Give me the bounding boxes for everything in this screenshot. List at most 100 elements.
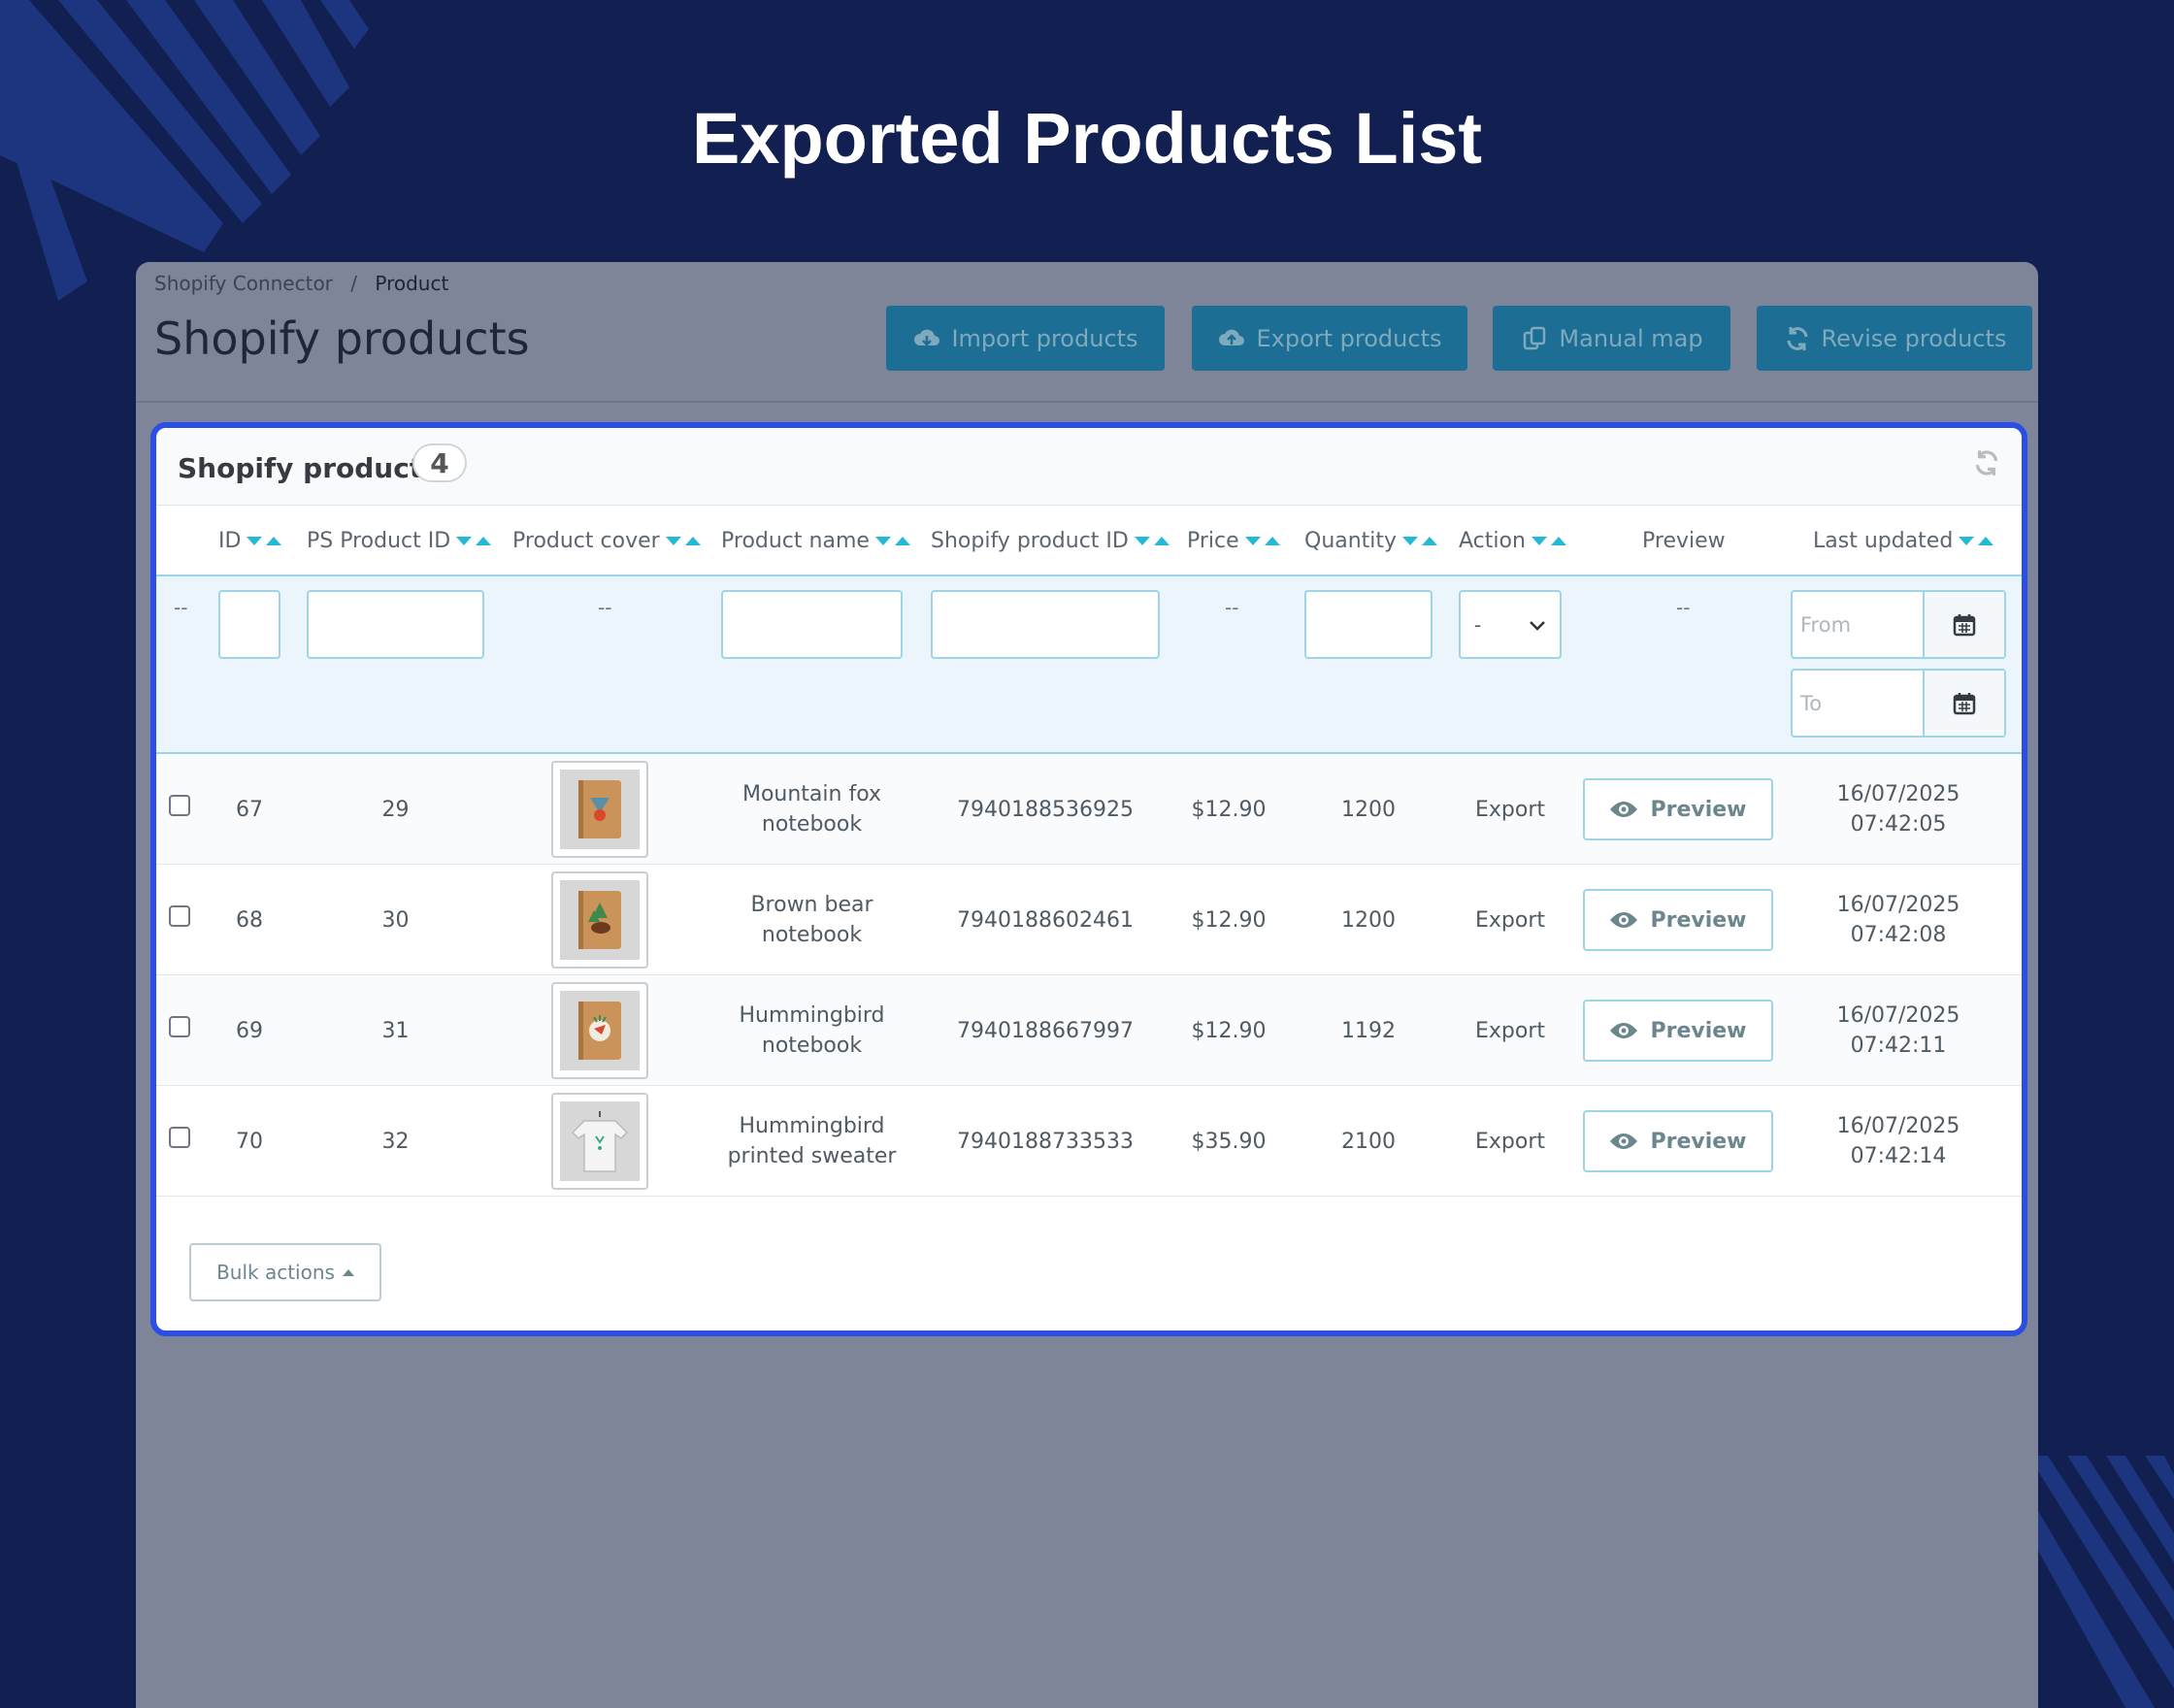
- filter-product-name-input[interactable]: [721, 590, 903, 659]
- cell-preview: Preview: [1583, 754, 1773, 865]
- cell-id: 67: [236, 797, 263, 822]
- import-products-button[interactable]: Import products: [886, 306, 1165, 371]
- calendar-icon[interactable]: [1923, 592, 2004, 657]
- column-header-last-updated[interactable]: Last updated: [1813, 529, 1994, 553]
- bulk-actions-label: Bulk actions: [216, 1261, 335, 1284]
- cell-preview: Preview: [1583, 1086, 1773, 1197]
- cell-quantity: 1200: [1341, 797, 1396, 822]
- column-header-quantity[interactable]: Quantity: [1304, 529, 1438, 553]
- sort-arrows-icon[interactable]: [874, 537, 910, 545]
- breadcrumb-parent[interactable]: Shopify Connector: [154, 272, 333, 295]
- column-header-shopify-product-id[interactable]: Shopify product ID: [931, 529, 1169, 553]
- table-row[interactable]: 69 31 Hummingbird notebook 7940188667997…: [156, 975, 2022, 1086]
- export-products-label: Export products: [1256, 324, 1442, 352]
- filter-id-input[interactable]: [218, 590, 280, 659]
- sort-arrows-icon[interactable]: [1959, 537, 1994, 545]
- sort-arrows-icon[interactable]: [1244, 537, 1280, 545]
- import-products-label: Import products: [951, 324, 1138, 352]
- eye-icon: [1610, 1023, 1638, 1038]
- cell-last-updated: 16/07/2025 07:42:05: [1791, 754, 2006, 865]
- revise-products-label: Revise products: [1821, 324, 2007, 352]
- preview-button[interactable]: Preview: [1583, 889, 1773, 951]
- cell-action: Export: [1474, 907, 1545, 933]
- preview-button[interactable]: Preview: [1583, 778, 1773, 840]
- column-header-product-cover[interactable]: Product cover: [512, 529, 701, 553]
- row-checkbox[interactable]: [169, 1016, 190, 1037]
- column-header-action[interactable]: Action: [1459, 529, 1566, 553]
- column-header-product-name[interactable]: Product name: [721, 529, 910, 553]
- cell-product-name: Brown bear notebook: [721, 865, 903, 975]
- cell-action: Export: [1474, 1129, 1545, 1154]
- table-header: ID PS Product ID Product cover Product n…: [156, 506, 2022, 576]
- column-label: Preview: [1642, 529, 1726, 553]
- revise-products-button[interactable]: Revise products: [1757, 306, 2032, 371]
- column-label: Product name: [721, 529, 870, 553]
- cell-action: Export: [1474, 797, 1545, 822]
- cell-last-updated: 16/07/2025 07:42:08: [1791, 865, 2006, 975]
- refresh-list-icon[interactable]: [1971, 447, 2002, 478]
- sort-arrows-icon[interactable]: [1134, 537, 1169, 545]
- sort-arrows-icon[interactable]: [665, 537, 701, 545]
- sort-arrows-icon[interactable]: [247, 537, 282, 545]
- breadcrumb: Shopify Connector / Product: [154, 272, 448, 295]
- column-header-ps-product-id[interactable]: PS Product ID: [307, 529, 492, 553]
- product-cover-image[interactable]: [551, 761, 648, 858]
- cell-product-cover: [512, 1086, 687, 1197]
- cell-preview: Preview: [1583, 865, 1773, 975]
- filter-date-from[interactable]: From: [1791, 590, 2006, 659]
- column-header-price[interactable]: Price: [1187, 529, 1280, 553]
- cell-shopify-product-id: 7940188667997: [957, 1018, 1134, 1043]
- cell-last-updated: 16/07/2025 07:42:11: [1791, 975, 2006, 1086]
- preview-label: Preview: [1650, 1018, 1747, 1043]
- page-header: Shopify Connector / Product Shopify prod…: [136, 262, 2038, 403]
- filter-action-value: -: [1474, 612, 1482, 637]
- date-from-placeholder: From: [1800, 612, 1852, 637]
- product-cover-image[interactable]: [551, 871, 648, 969]
- cell-quantity: 1200: [1341, 907, 1396, 933]
- cell-price: $12.90: [1191, 907, 1267, 933]
- preview-button[interactable]: Preview: [1583, 1110, 1773, 1172]
- product-cover-image[interactable]: [551, 982, 648, 1079]
- cell-quantity: 2100: [1341, 1129, 1396, 1154]
- export-products-button[interactable]: Export products: [1192, 306, 1467, 371]
- cell-product-name: Hummingbird notebook: [721, 975, 903, 1086]
- filter-quantity-input[interactable]: [1304, 590, 1433, 659]
- filter-date-to[interactable]: To: [1791, 669, 2006, 738]
- product-name-line: Brown bear: [750, 893, 873, 917]
- product-name-line: printed sweater: [727, 1144, 897, 1168]
- chevron-down-icon: [1529, 613, 1546, 637]
- filter-action-select[interactable]: -: [1459, 590, 1562, 659]
- bulk-actions-button[interactable]: Bulk actions: [189, 1243, 381, 1301]
- preview-button[interactable]: Preview: [1583, 1000, 1773, 1062]
- product-name-line: notebook: [761, 923, 863, 947]
- preview-label: Preview: [1650, 907, 1747, 933]
- filter-ps-product-id-input[interactable]: [307, 590, 484, 659]
- filter-row: -- -- -- - -- From To: [156, 576, 2022, 754]
- caret-up-icon: [342, 1268, 354, 1276]
- cell-id: 70: [236, 1129, 263, 1154]
- preview-label: Preview: [1650, 1129, 1747, 1154]
- product-cover-image[interactable]: [551, 1093, 648, 1190]
- filter-shopify-product-id-input[interactable]: [931, 590, 1160, 659]
- row-checkbox[interactable]: [169, 1127, 190, 1148]
- date-to-placeholder: To: [1800, 691, 1823, 715]
- copy-icon: [1520, 324, 1549, 353]
- manual-map-button[interactable]: Manual map: [1493, 306, 1730, 371]
- table-row[interactable]: 68 30 Brown bear notebook 7940188602461 …: [156, 865, 2022, 975]
- column-header-preview: Preview: [1642, 529, 1726, 553]
- cell-product-name: Mountain fox notebook: [721, 754, 903, 865]
- row-checkbox[interactable]: [169, 905, 190, 927]
- sort-arrows-icon[interactable]: [456, 537, 492, 545]
- decorative-stripes-bottom-right: [2028, 1456, 2174, 1708]
- filter-empty-cover: --: [598, 596, 612, 619]
- column-header-id[interactable]: ID: [218, 529, 282, 553]
- cell-preview: Preview: [1583, 975, 1773, 1086]
- row-checkbox[interactable]: [169, 795, 190, 816]
- table-row[interactable]: 67 29 Mountain fox notebook 794018853692…: [156, 754, 2022, 865]
- table-row[interactable]: 70 32 Hummingbird printed sweater 794018…: [156, 1086, 2022, 1197]
- sort-arrows-icon[interactable]: [1531, 537, 1566, 545]
- cloud-download-icon: [912, 324, 941, 353]
- product-name-line: Hummingbird: [739, 1114, 885, 1138]
- calendar-icon[interactable]: [1923, 671, 2004, 736]
- sort-arrows-icon[interactable]: [1402, 537, 1438, 545]
